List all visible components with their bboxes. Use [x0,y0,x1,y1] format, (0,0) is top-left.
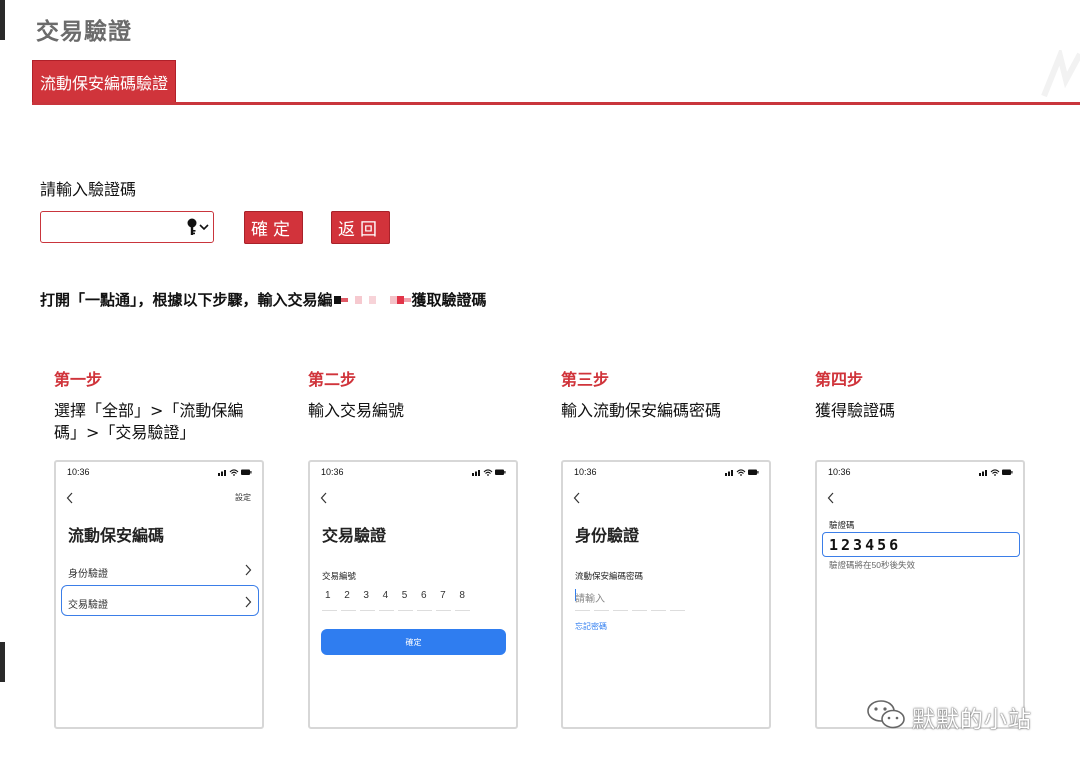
instruction-text: 打開「一點通」，根據以下步驟，輸入交易編 獲取驗證碼 [40,289,487,310]
digit: 5 [401,590,408,601]
back-button[interactable]: 返回 [331,211,390,244]
verification-code-display: 123456 [822,532,1020,557]
step-4: 第四步 獲得驗證碼 [815,366,1025,422]
chevron-right-icon [245,564,252,576]
digit: 3 [363,590,369,601]
digit: 6 [420,590,427,601]
status-time: 10:36 [828,467,851,477]
code-input-select[interactable] [40,211,214,243]
status-time: 10:36 [67,467,90,477]
step-title: 第二步 [308,370,357,389]
step-description: 輸入交易編號 [308,401,405,420]
digit: 2 [344,590,350,601]
instruction-text-after: 獲取驗證碼 [411,291,487,309]
transaction-number-digits[interactable]: 1 2 3 4 5 6 7 8 [325,590,479,601]
chevron-down-icon [199,224,209,231]
redaction-mosaic [333,295,411,304]
digit: 7 [440,590,446,601]
key-icon [187,218,197,235]
step-description: 獲得驗證碼 [815,401,896,420]
phone-title: 交易驗證 [322,528,387,545]
step-description: 選擇「全部」>「流動保編碼」>「交易驗證」 [54,401,244,442]
forgot-password-link[interactable]: 忘記密碼 [575,621,607,632]
back-chevron-icon[interactable] [573,492,581,504]
step-title: 第一步 [54,370,103,389]
code-prompt-label: 請輸入驗證碼 [40,180,137,199]
password-input[interactable]: 請輸入 [575,590,605,605]
phone-mockup-step-1: 10:36 設定 流動保安編碼 身份驗證 交易驗證 [54,460,264,729]
back-chevron-icon[interactable] [827,492,835,504]
phone-mockup-step-2: 10:36 交易驗證 交易編號 1 2 3 4 5 6 7 8 確定 [308,460,518,729]
chevron-right-icon [245,596,252,608]
status-bar-icons [218,469,252,476]
back-chevron-icon[interactable] [66,492,74,504]
step-title: 第三步 [561,370,610,389]
tab-mobile-security-code[interactable]: 流動保安編碼驗證 [32,60,176,103]
status-bar-icons [472,469,506,476]
code-expiry-hint: 驗證碼將在50秒後失效 [829,560,915,570]
field-label: 交易編號 [322,571,357,581]
phone-mockup-step-4: 10:36 驗證碼 123456 驗證碼將在50秒後失效 [815,460,1025,729]
phone-title: 流動保安編碼 [68,528,165,545]
settings-link[interactable]: 設定 [235,492,251,503]
status-time: 10:36 [574,467,597,477]
confirm-button[interactable]: 確定 [244,211,303,244]
phone-title: 身份驗證 [575,528,640,545]
left-edge-bar-lower [0,642,5,682]
status-time: 10:36 [321,467,344,477]
step-1: 第一步 選擇「全部」>「流動保編碼」>「交易驗證」 [54,366,264,444]
digit: 1 [325,590,331,601]
logo-watermark-icon [1041,50,1080,98]
wechat-icon [867,700,905,729]
field-label: 驗證碼 [829,520,855,530]
back-chevron-icon[interactable] [320,492,328,504]
watermark-text: 默默的小站 [912,707,1032,733]
step-title: 第四步 [815,370,864,389]
password-underlines [575,610,689,611]
field-label: 流動保安編碼密碼 [575,571,644,581]
step-3: 第三步 輸入流動保安編碼密碼 [561,366,771,422]
tab-underline [32,102,1080,105]
digit: 8 [459,590,465,601]
step-description: 輸入流動保安編碼密碼 [561,401,722,420]
phone-mockup-step-3: 10:36 身份驗證 流動保安編碼密碼 請輸入 忘記密碼 [561,460,771,729]
digit-underlines [322,610,474,611]
step-2: 第二步 輸入交易編號 [308,366,518,422]
instruction-text-before: 打開「一點通」，根據以下步驟，輸入交易編 [40,291,333,309]
menu-item-identity-verification[interactable]: 身份驗證 [68,565,108,580]
menu-item-transaction-verification[interactable]: 交易驗證 [68,596,108,611]
status-bar-icons [725,469,759,476]
confirm-button[interactable]: 確定 [321,629,506,655]
status-bar-icons [979,469,1013,476]
left-edge-bar [0,0,5,40]
digit: 4 [382,590,389,601]
page-title: 交易驗證 [36,19,132,45]
